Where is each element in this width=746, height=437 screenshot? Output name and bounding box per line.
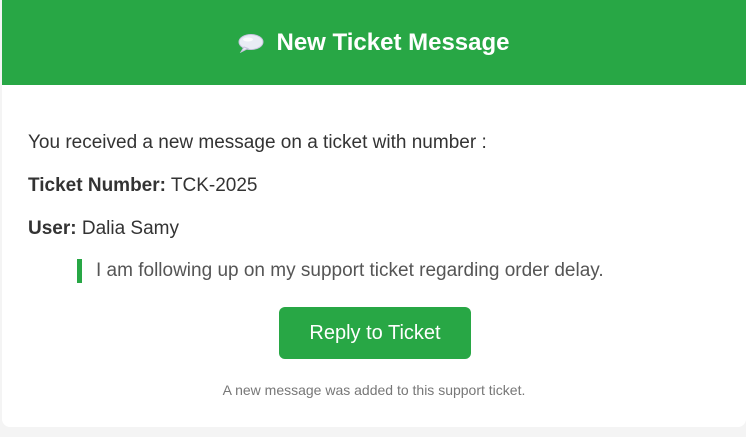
intro-text: You received a new message on a ticket w… [28,132,487,153]
ticket-number-value: TCK-2025 [170,175,258,196]
user-value: Dalia Samy [81,218,180,239]
reply-to-ticket-button[interactable]: Reply to Ticket [279,307,471,359]
message-quote: I am following up on my support ticket r… [77,259,604,283]
page-title: New Ticket Message [276,28,510,56]
ticket-number-row: Ticket Number: TCK-2025 [28,175,258,197]
ticket-number-label: Ticket Number: [28,175,166,196]
email-card: New Ticket Message You received a new me… [2,0,746,427]
email-header: New Ticket Message [2,0,746,85]
speech-bubble-icon [238,33,264,53]
user-label: User: [28,218,77,239]
footer-note: A new message was added to this support … [222,382,526,398]
user-row: User: Dalia Samy [28,218,179,240]
